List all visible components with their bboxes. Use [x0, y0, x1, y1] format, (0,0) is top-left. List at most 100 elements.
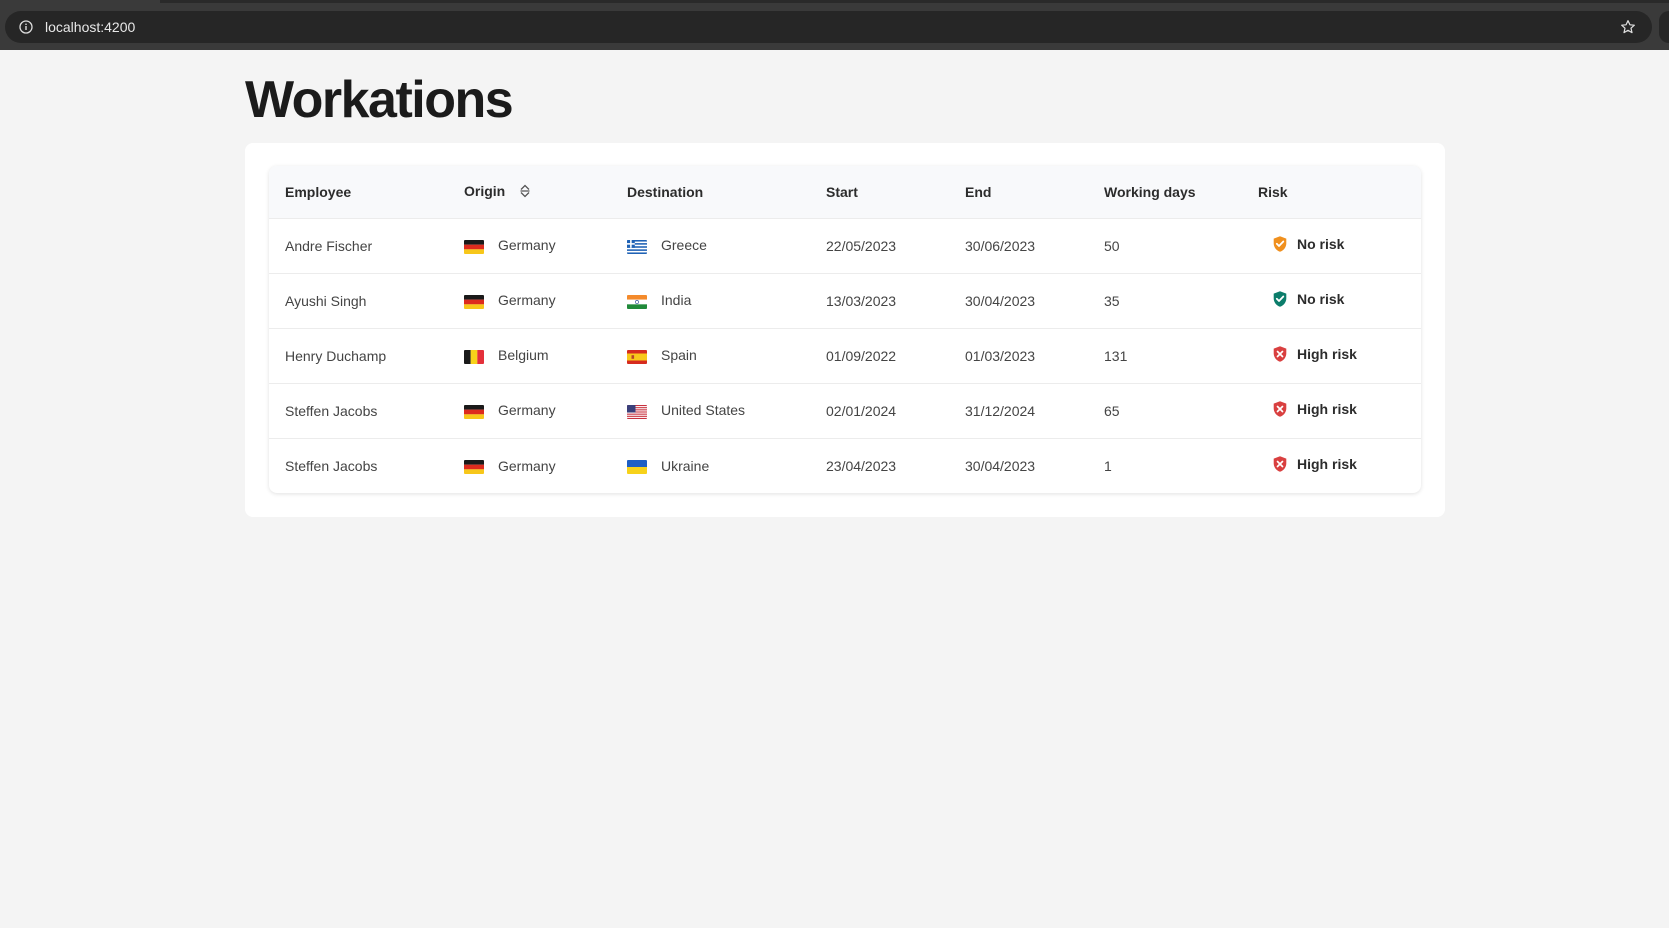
- working-days-value: 35: [1104, 292, 1120, 309]
- table-row: Henry Duchamp Belgium Spain 01/09/2022 0…: [269, 328, 1421, 383]
- browser-toolbar: localhost:4200: [0, 0, 1669, 50]
- risk-badge: No risk: [1271, 290, 1344, 308]
- cell-employee: Steffen Jacobs: [269, 438, 448, 493]
- cell-risk: High risk: [1242, 328, 1421, 383]
- end-date: 30/04/2023: [965, 457, 1036, 474]
- employee-name: Henry Duchamp: [285, 347, 387, 364]
- origin-country: Germany: [498, 237, 556, 254]
- shield-x-icon: [1271, 345, 1289, 363]
- header-destination: Destination: [627, 183, 704, 200]
- shield-x-icon: [1271, 400, 1289, 418]
- end-date: 30/06/2023: [965, 237, 1036, 254]
- table-row: Ayushi Singh Germany India 13/03/2023 30…: [269, 273, 1421, 328]
- workations-table: Employee Origin Destination Start End Wo…: [269, 166, 1421, 493]
- risk-label: No risk: [1297, 236, 1345, 252]
- flag-united-states-icon: [627, 404, 647, 419]
- bookmark-star-icon[interactable]: [1618, 17, 1638, 37]
- cell-working-days: 35: [1088, 273, 1242, 328]
- shield-x-icon: [1271, 455, 1289, 473]
- working-days-value: 65: [1104, 402, 1120, 419]
- destination-country: Ukraine: [661, 457, 710, 474]
- origin-country: Belgium: [498, 347, 549, 364]
- risk-label: High risk: [1297, 346, 1357, 362]
- header-origin-label: Origin: [464, 182, 506, 199]
- shield-check-icon: [1271, 235, 1289, 253]
- cell-start: 01/09/2022: [810, 328, 949, 383]
- start-date: 23/04/2023: [826, 457, 897, 474]
- site-info-icon[interactable]: [16, 17, 36, 37]
- cell-start: 13/03/2023: [810, 273, 949, 328]
- risk-badge: High risk: [1271, 455, 1357, 473]
- cell-origin: Germany: [448, 438, 611, 493]
- cell-end: 30/04/2023: [949, 273, 1088, 328]
- flag-germany-icon: [464, 404, 484, 419]
- cell-employee: Andre Fischer: [269, 218, 448, 273]
- end-date: 30/04/2023: [965, 292, 1036, 309]
- flag-germany-icon: [464, 459, 484, 474]
- header-start: Start: [826, 183, 858, 200]
- destination-country: United States: [661, 402, 746, 419]
- start-date: 22/05/2023: [826, 237, 897, 254]
- working-days-value: 1: [1104, 457, 1112, 474]
- cell-start: 23/04/2023: [810, 438, 949, 493]
- workations-card: Employee Origin Destination Start End Wo…: [245, 143, 1445, 517]
- cell-origin: Germany: [448, 273, 611, 328]
- start-date: 13/03/2023: [826, 292, 897, 309]
- flag-belgium-icon: [464, 349, 484, 364]
- risk-label: No risk: [1297, 291, 1345, 307]
- cell-destination: Spain: [611, 328, 810, 383]
- cell-risk: No risk: [1242, 218, 1421, 273]
- shield-check-icon: [1271, 290, 1289, 308]
- cell-employee: Ayushi Singh: [269, 273, 448, 328]
- side-panel-edge: [1659, 11, 1669, 43]
- origin-country: Germany: [498, 457, 556, 474]
- end-date: 31/12/2024: [965, 402, 1036, 419]
- sort-icon[interactable]: [519, 184, 531, 201]
- flag-germany-icon: [464, 239, 484, 254]
- flag-india-icon: [627, 294, 647, 309]
- cell-end: 01/03/2023: [949, 328, 1088, 383]
- working-days-value: 50: [1104, 237, 1120, 254]
- flag-spain-icon: [627, 349, 647, 364]
- working-days-value: 131: [1104, 347, 1128, 364]
- page-title: Workations: [245, 71, 514, 129]
- cell-risk: No risk: [1242, 273, 1421, 328]
- header-origin[interactable]: Origin: [448, 166, 611, 218]
- url-text[interactable]: localhost:4200: [45, 19, 135, 35]
- header-employee: Employee: [285, 183, 352, 200]
- destination-country: Greece: [661, 237, 707, 254]
- risk-label: High risk: [1297, 401, 1357, 417]
- address-bar[interactable]: localhost:4200: [5, 11, 1652, 43]
- tab-strip: [160, 0, 1669, 3]
- employee-name: Steffen Jacobs: [285, 457, 378, 474]
- cell-working-days: 1: [1088, 438, 1242, 493]
- employee-name: Steffen Jacobs: [285, 402, 378, 419]
- cell-end: 30/04/2023: [949, 438, 1088, 493]
- start-date: 02/01/2024: [826, 402, 897, 419]
- cell-working-days: 65: [1088, 383, 1242, 438]
- workations-table-container: Employee Origin Destination Start End Wo…: [269, 166, 1421, 493]
- cell-end: 30/06/2023: [949, 218, 1088, 273]
- cell-employee: Steffen Jacobs: [269, 383, 448, 438]
- origin-country: Germany: [498, 292, 556, 309]
- cell-risk: High risk: [1242, 383, 1421, 438]
- table-row: Steffen Jacobs Germany Ukraine 23/04/202…: [269, 438, 1421, 493]
- employee-name: Ayushi Singh: [285, 292, 367, 309]
- cell-destination: India: [611, 273, 810, 328]
- risk-label: High risk: [1297, 456, 1357, 473]
- cell-end: 31/12/2024: [949, 383, 1088, 438]
- cell-employee: Henry Duchamp: [269, 328, 448, 383]
- flag-greece-icon: [627, 239, 647, 254]
- start-date: 01/09/2022: [826, 347, 897, 364]
- employee-name: Andre Fischer: [285, 237, 373, 254]
- cell-origin: Germany: [448, 383, 611, 438]
- header-end: End: [965, 183, 992, 200]
- destination-country: Spain: [661, 347, 697, 364]
- flag-ukraine-icon: [627, 459, 647, 474]
- destination-country: India: [661, 292, 692, 309]
- risk-badge: High risk: [1271, 345, 1357, 363]
- table-row: Andre Fischer Germany Greece 22/05/2023 …: [269, 218, 1421, 273]
- cell-destination: Ukraine: [611, 438, 810, 493]
- cell-origin: Germany: [448, 218, 611, 273]
- table-row: Steffen Jacobs Germany United States 02/…: [269, 383, 1421, 438]
